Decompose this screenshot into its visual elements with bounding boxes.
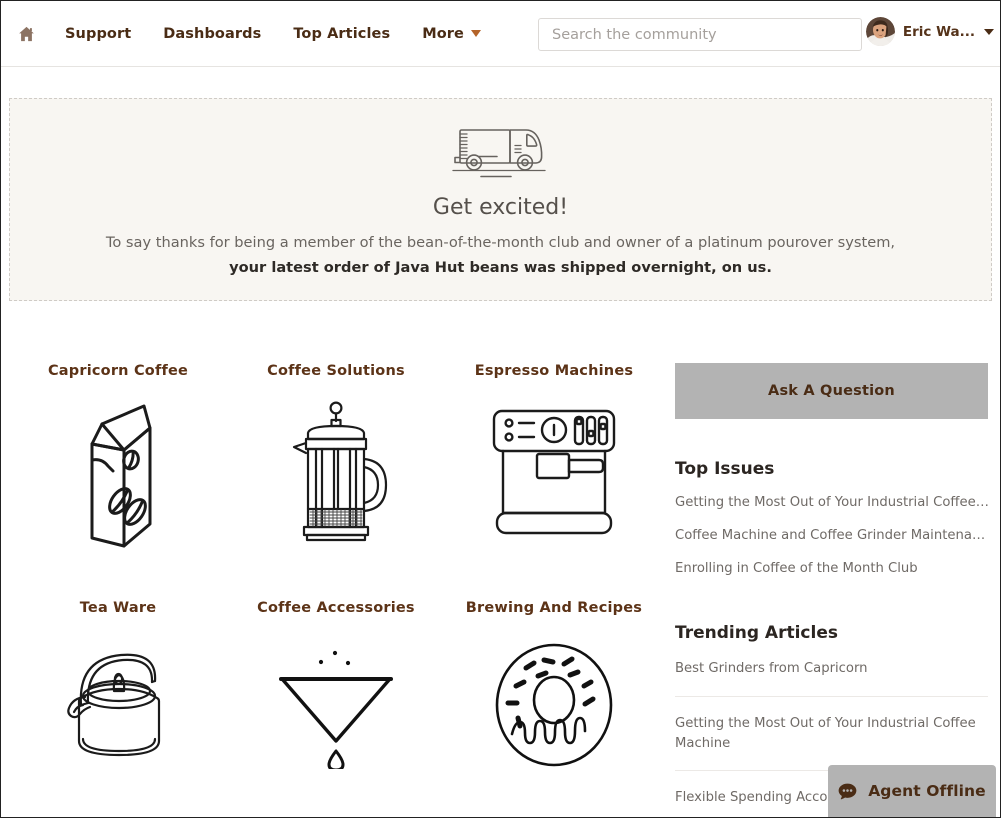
user-name-label: Eric Wa... [902, 23, 975, 40]
agent-offline-chat-widget[interactable]: Agent Offline [828, 765, 996, 817]
category-icon-wrap [445, 393, 663, 553]
home-icon [18, 26, 34, 41]
nav-item-top-articles[interactable]: Top Articles [277, 20, 406, 48]
trending-article-item[interactable]: Getting the Most Out of Your Industrial … [675, 697, 988, 772]
category-title: Tea Ware [79, 599, 157, 616]
top-issue-item[interactable]: Coffee Machine and Coffee Grinder Mainte… [675, 528, 989, 543]
pourover-cone-icon [278, 650, 393, 769]
trending-articles-heading: Trending Articles [675, 623, 838, 643]
nav-item-dashboards[interactable]: Dashboards [147, 20, 277, 48]
avatar-photo-icon [865, 17, 895, 46]
top-issue-item[interactable]: Getting the Most Out of Your Industrial … [675, 495, 989, 510]
chat-widget-label: Agent Offline [868, 782, 986, 800]
main-content: Capricorn Coffee Coffee Solutions Espres… [1, 363, 1000, 817]
chevron-down-icon [470, 30, 481, 37]
category-title: Capricorn Coffee [47, 363, 189, 379]
category-title: Espresso Machines [474, 363, 634, 379]
category-brewing-and-recipes[interactable]: Brewing And Recipes [445, 600, 663, 817]
coffee-bag-icon [90, 404, 152, 548]
nav-item-more-label: More [422, 25, 464, 42]
kettle-icon [67, 653, 161, 756]
banner-highlight: your latest order of Java Hut beans was … [229, 259, 772, 276]
category-title: Coffee Solutions [267, 363, 405, 379]
espresso-machine-icon [492, 409, 616, 535]
site-header: Support Dashboards Top Articles More Sea… [1, 1, 1000, 67]
top-issue-item[interactable]: Enrolling in Coffee of the Month Club [675, 561, 989, 576]
category-icon-wrap [9, 630, 227, 780]
category-espresso-machines[interactable]: Espresso Machines [445, 363, 663, 590]
nav-item-support[interactable]: Support [49, 20, 147, 48]
search-input[interactable] [538, 18, 862, 51]
category-title: Coffee Accessories [257, 599, 415, 616]
top-issues-heading: Top Issues [675, 459, 775, 479]
french-press-icon [292, 401, 388, 542]
category-grid: Capricorn Coffee Coffee Solutions Espres… [9, 363, 663, 817]
user-menu[interactable]: Eric Wa... [865, 17, 994, 46]
category-icon-wrap [445, 630, 663, 780]
delivery-truck-icon [451, 129, 546, 178]
category-tea-ware[interactable]: Tea Ware [9, 600, 227, 817]
category-coffee-accessories[interactable]: Coffee Accessories [227, 600, 445, 817]
chat-bubble-icon [838, 783, 857, 799]
category-icon-wrap [227, 630, 445, 780]
right-sidebar: Ask A Question Top Issues Getting the Mo… [663, 363, 992, 817]
nav-item-more[interactable]: More [406, 20, 491, 48]
shipping-announcement-banner: Get excited! To say thanks for being a m… [9, 98, 992, 301]
category-title: Brewing And Recipes [465, 599, 643, 616]
banner-icon-wrap [30, 122, 971, 184]
trending-article-item[interactable]: Best Grinders from Capricorn [675, 659, 988, 697]
primary-nav: Support Dashboards Top Articles More [49, 20, 491, 48]
banner-subtitle: To say thanks for being a member of the … [105, 234, 896, 251]
category-icon-wrap [227, 393, 445, 553]
avatar [865, 17, 895, 46]
ask-a-question-button[interactable]: Ask A Question [675, 363, 988, 419]
page-root: Support Dashboards Top Articles More Sea… [0, 0, 1001, 818]
category-capricorn-coffee[interactable]: Capricorn Coffee [9, 363, 227, 590]
banner-title: Get excited! [432, 195, 569, 220]
donut-icon [495, 643, 613, 766]
search-container [538, 18, 862, 51]
category-icon-wrap [9, 393, 227, 553]
user-chevron-down-icon [984, 28, 994, 35]
category-coffee-solutions[interactable]: Coffee Solutions [227, 363, 445, 590]
home-link[interactable] [9, 17, 43, 51]
